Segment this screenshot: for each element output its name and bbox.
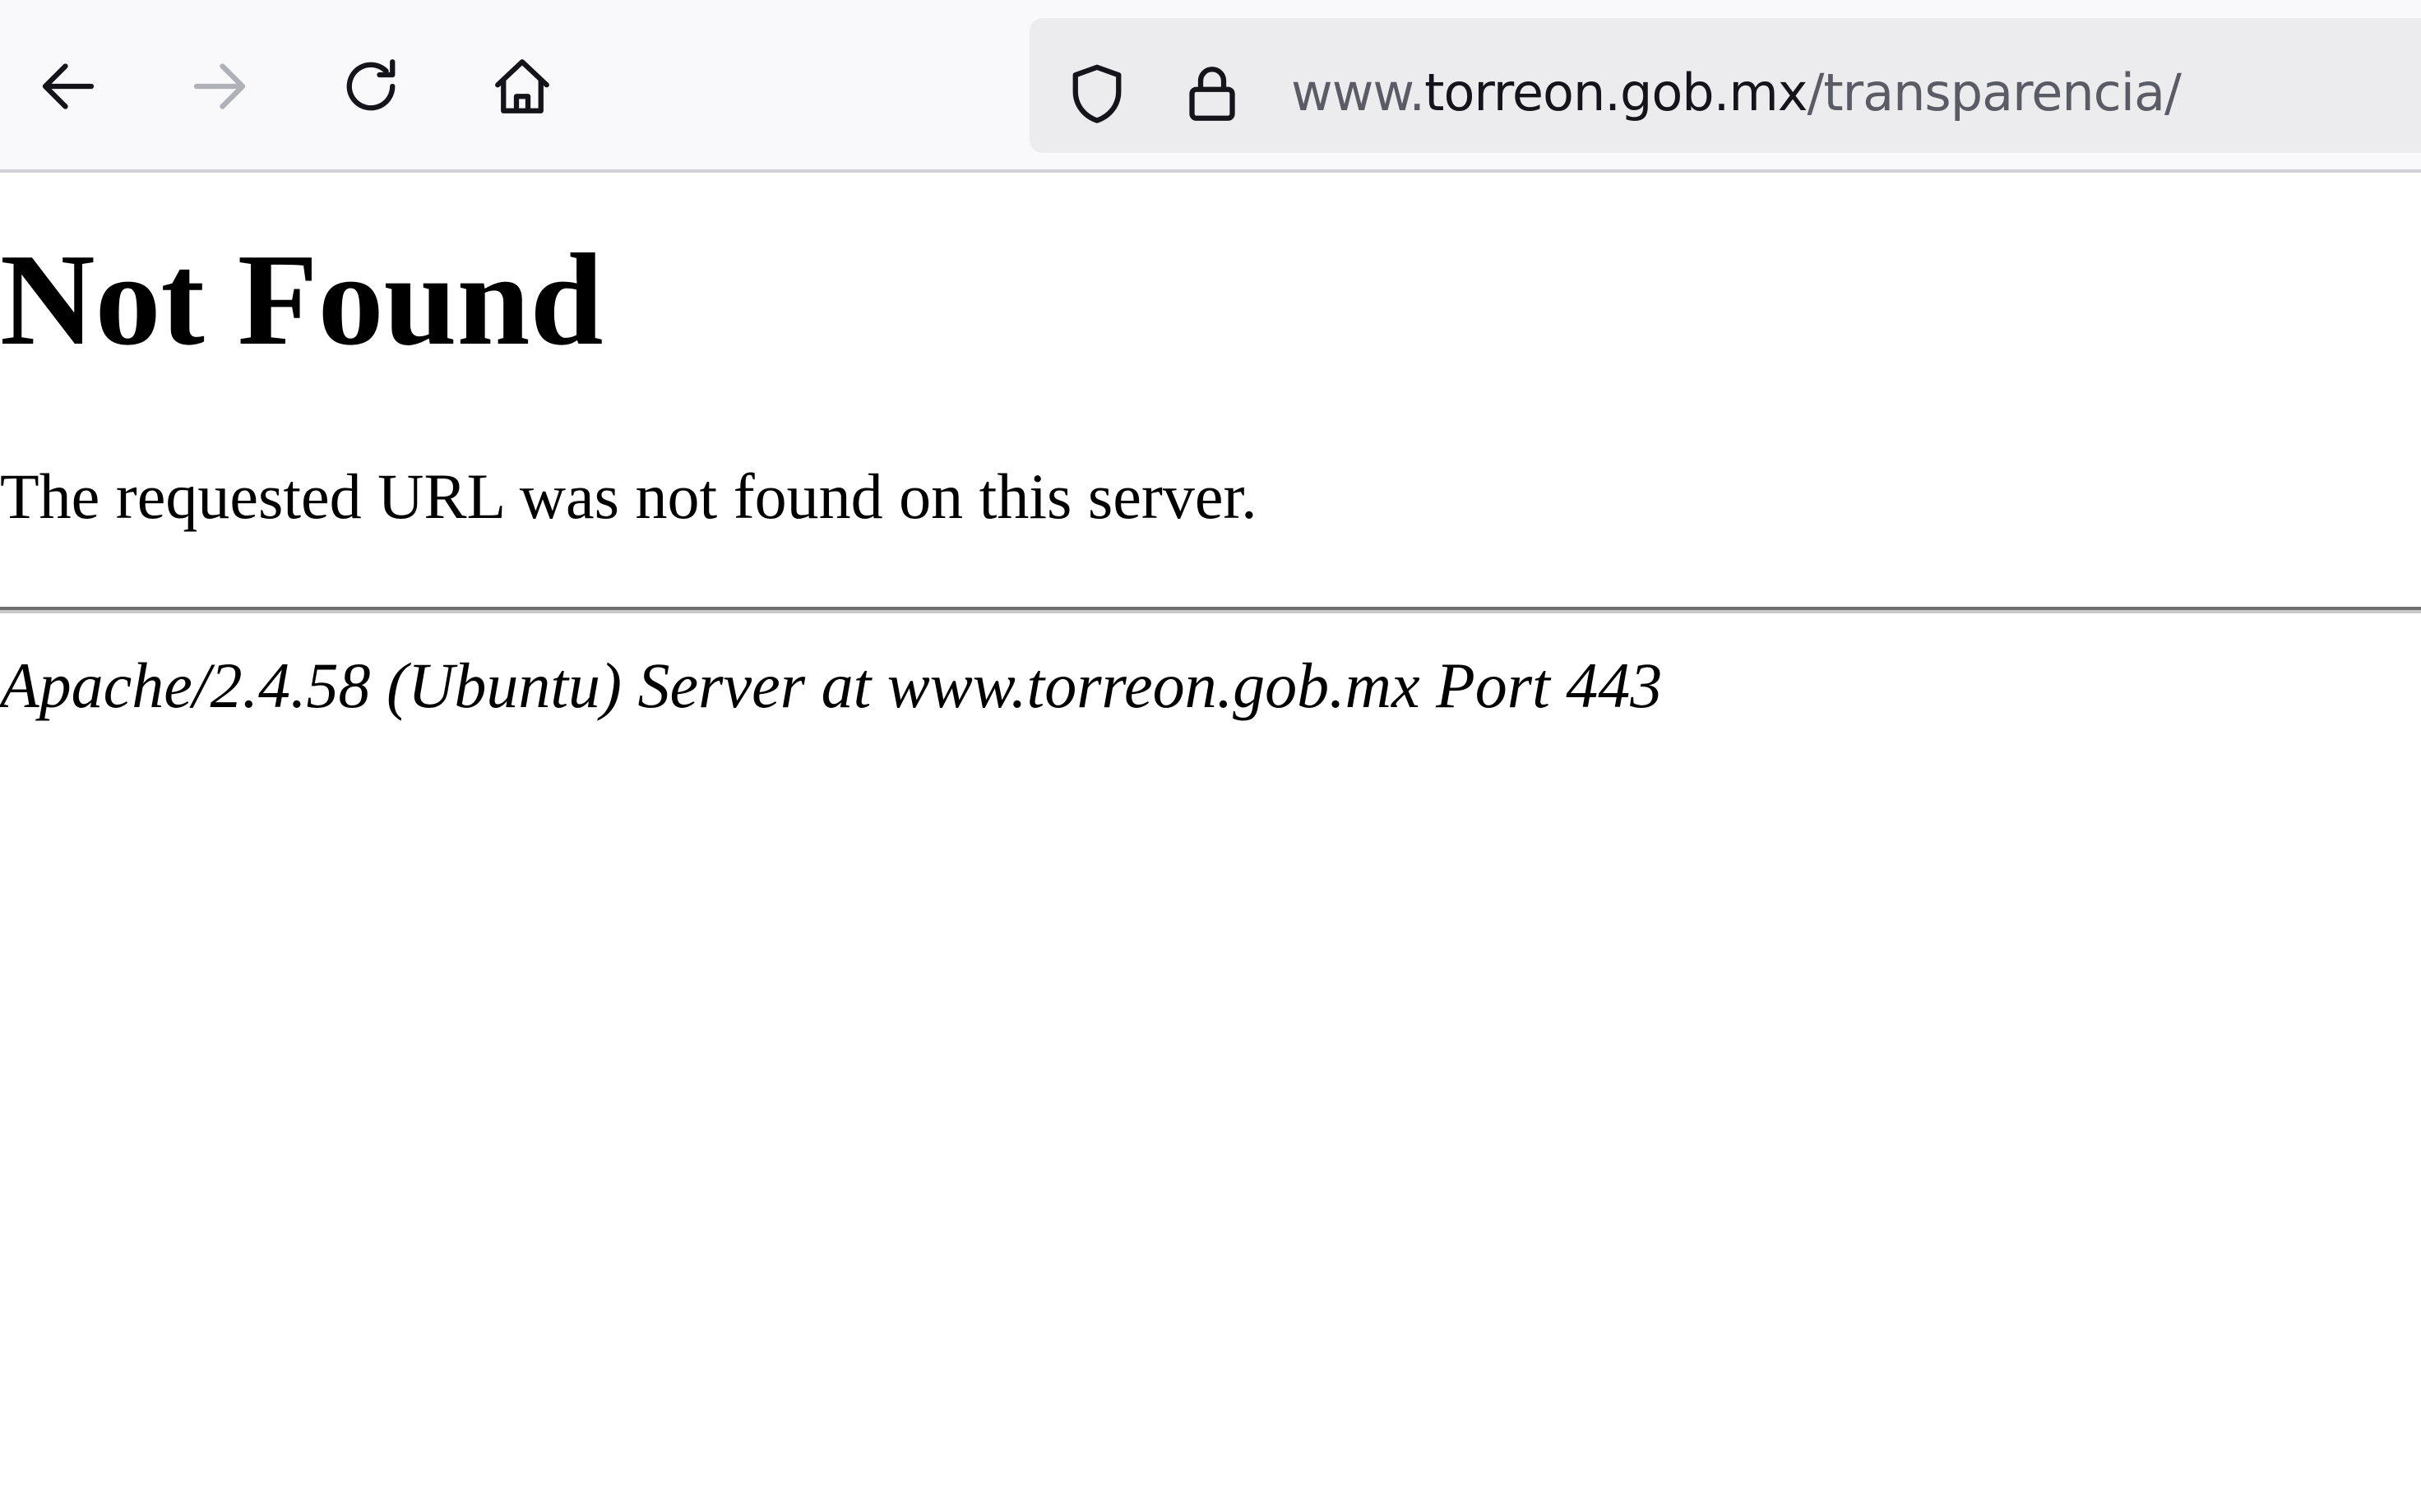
home-button[interactable] (477, 41, 567, 132)
server-signature: Apache/2.4.58 (Ubuntu) Server at www.tor… (0, 650, 1663, 721)
url-text[interactable]: www.torreon.gob.mx/transparencia/ (1291, 56, 2182, 130)
url-prefix: www. (1291, 62, 1425, 123)
shield-icon[interactable] (1062, 59, 1132, 128)
divider (0, 607, 2421, 613)
browser-toolbar: www.torreon.gob.mx/transparencia/ (0, 0, 2421, 173)
url-host: torreon.gob.mx (1424, 62, 1808, 123)
error-message: The requested URL was not found on this … (0, 460, 1257, 532)
page-title: Not Found (0, 226, 604, 372)
reload-button[interactable] (326, 41, 416, 132)
reload-icon (346, 59, 396, 111)
lock-icon[interactable] (1178, 59, 1247, 128)
forward-arrow-icon (193, 63, 246, 109)
forward-button[interactable] (174, 41, 265, 132)
back-button[interactable] (23, 41, 113, 132)
url-path: /transparencia/ (1807, 62, 2181, 123)
url-bar[interactable]: www.torreon.gob.mx/transparencia/ (1030, 18, 2421, 153)
home-icon (495, 59, 549, 113)
back-arrow-icon (42, 63, 95, 109)
